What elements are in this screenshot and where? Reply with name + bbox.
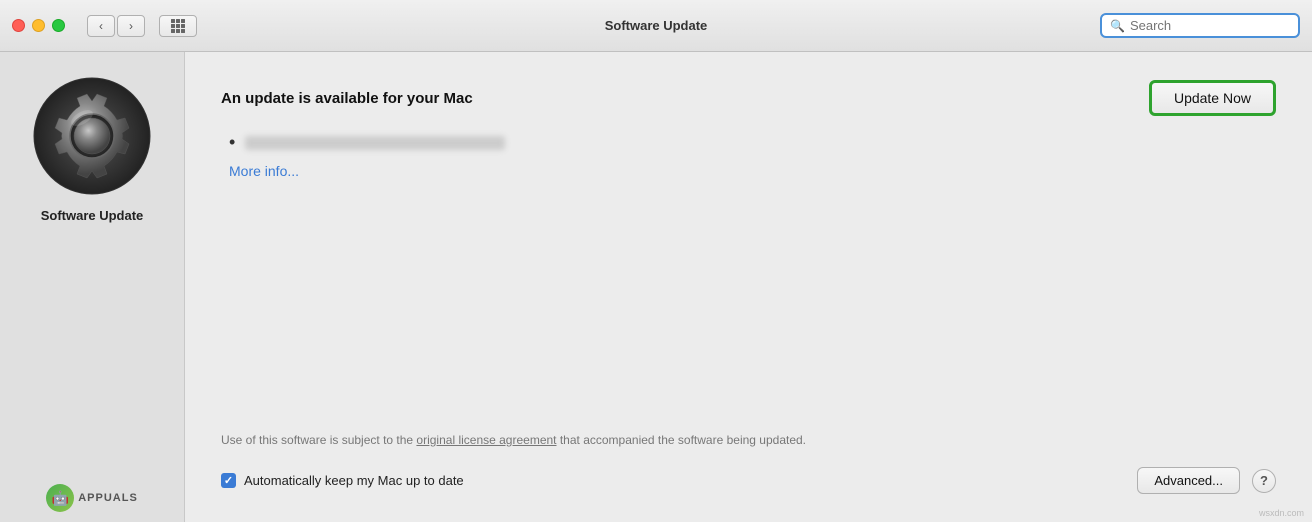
auto-update-checkbox-container[interactable]: ✓ Automatically keep my Mac up to date <box>221 473 464 488</box>
bottom-row: ✓ Automatically keep my Mac up to date A… <box>221 467 1276 494</box>
grid-icon <box>171 19 185 33</box>
search-input[interactable] <box>1130 18 1290 33</box>
back-button[interactable]: ‹ <box>87 15 115 37</box>
update-item-row: • <box>229 132 1276 153</box>
forward-button[interactable]: › <box>117 15 145 37</box>
wsxdn-watermark: wsxdn.com <box>1259 508 1304 518</box>
appuals-text: APPUALS <box>78 492 138 504</box>
search-bar[interactable]: 🔍 <box>1100 13 1300 38</box>
appuals-logo: 🤖 <box>46 484 74 512</box>
main-container: Software Update 🤖 APPUALS An update is a… <box>0 52 1312 522</box>
title-bar: ‹ › Software Update 🔍 <box>0 0 1312 52</box>
software-update-icon <box>32 76 152 196</box>
advanced-button[interactable]: Advanced... <box>1137 467 1240 494</box>
content-area: An update is available for your Mac Upda… <box>185 52 1312 522</box>
nav-buttons: ‹ › <box>87 15 145 37</box>
help-button[interactable]: ? <box>1252 469 1276 493</box>
wsxdn-text: wsxdn.com <box>1259 508 1304 518</box>
traffic-lights <box>12 19 65 32</box>
bullet-point: • <box>229 132 235 153</box>
license-text: Use of this software is subject to the o… <box>221 431 841 449</box>
gear-svg <box>32 76 152 196</box>
update-now-button[interactable]: Update Now <box>1149 80 1276 116</box>
update-header-row: An update is available for your Mac Upda… <box>221 80 1276 116</box>
license-text-part2: that accompanied the software being upda… <box>557 433 807 447</box>
sidebar-label: Software Update <box>41 208 144 223</box>
search-icon: 🔍 <box>1110 19 1125 33</box>
checkmark-icon: ✓ <box>224 474 233 487</box>
minimize-button[interactable] <box>32 19 45 32</box>
update-available-title: An update is available for your Mac <box>221 90 473 107</box>
maximize-button[interactable] <box>52 19 65 32</box>
close-button[interactable] <box>12 19 25 32</box>
sidebar: Software Update 🤖 APPUALS <box>0 52 185 522</box>
more-info-link[interactable]: More info... <box>229 163 1276 179</box>
window-title: Software Update <box>605 18 708 33</box>
update-item-text <box>245 136 505 150</box>
license-text-part1: Use of this software is subject to the <box>221 433 416 447</box>
grid-view-button[interactable] <box>159 15 197 37</box>
auto-update-label: Automatically keep my Mac up to date <box>244 473 464 488</box>
auto-update-checkbox[interactable]: ✓ <box>221 473 236 488</box>
license-link[interactable]: original license agreement <box>416 433 556 447</box>
